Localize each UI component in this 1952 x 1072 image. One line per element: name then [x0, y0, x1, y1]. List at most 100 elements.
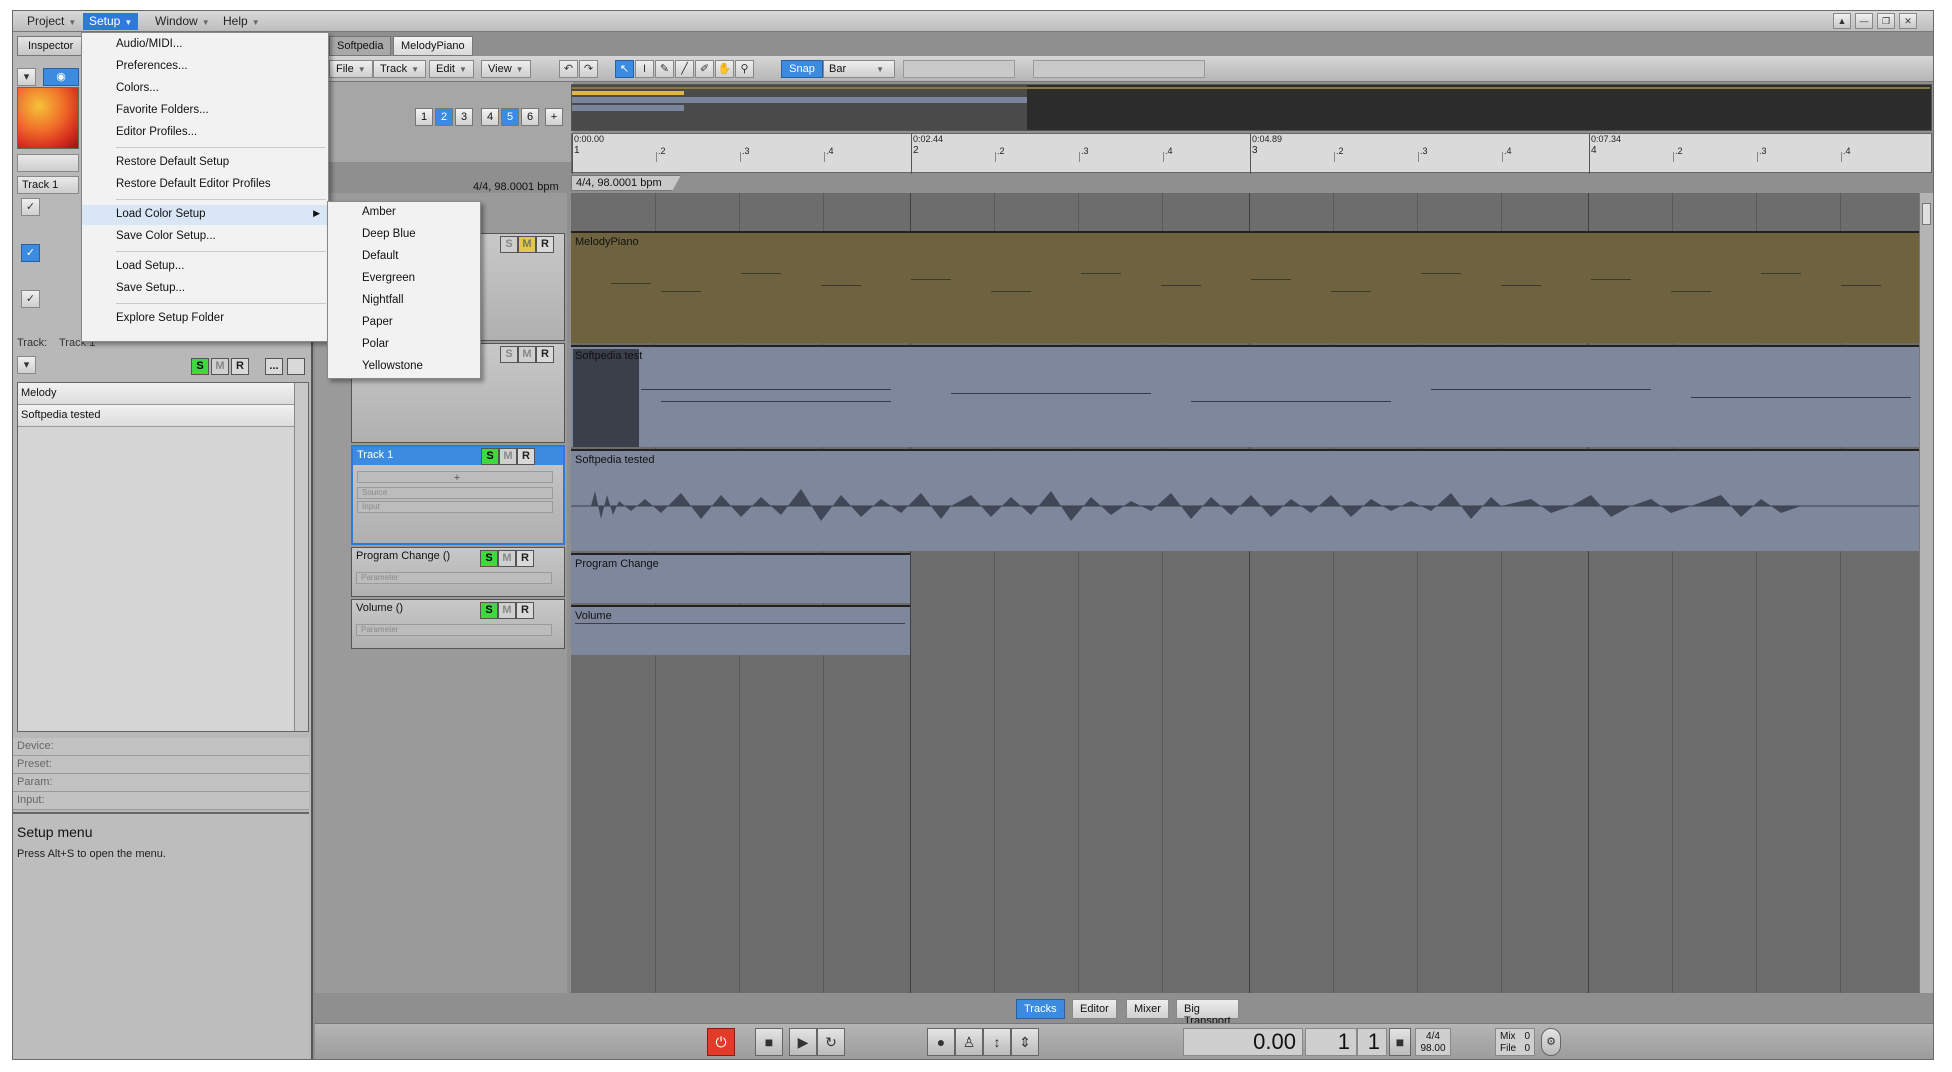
record-button[interactable]: R [516, 550, 534, 567]
color-item-yellowstone[interactable]: Yellowstone [328, 356, 480, 378]
menu-item-colors[interactable]: Colors... [82, 79, 328, 99]
page-button[interactable]: 3 [455, 108, 473, 126]
menu-item-audio-midi[interactable]: Audio/MIDI... [82, 35, 328, 55]
checkbox-icon[interactable]: ✓ [21, 290, 40, 308]
clip-volume[interactable]: Volume [571, 605, 910, 655]
overview-strip[interactable] [571, 84, 1932, 131]
menu-item-explore-setup-folder[interactable]: Explore Setup Folder [82, 309, 328, 329]
page-button[interactable]: 4 [481, 108, 499, 126]
solo-button[interactable]: S [480, 602, 498, 619]
checkbox-checked-icon[interactable]: ✓ [21, 244, 40, 262]
collapse-button[interactable]: ▲ [1833, 13, 1851, 29]
settings-icon[interactable]: ⚙ [1541, 1028, 1561, 1056]
grid-select[interactable]: Bar ▼ [823, 60, 895, 78]
mute-button[interactable]: M [498, 550, 516, 567]
menu-project[interactable]: Project ▼ [21, 13, 82, 30]
menu-item-load-color-setup[interactable]: Load Color Setup ▶ [82, 205, 328, 225]
menu-window[interactable]: Window ▼ [149, 13, 216, 30]
record-button[interactable]: R [536, 236, 554, 253]
mute-button[interactable]: M [518, 236, 536, 253]
page-button[interactable]: 5 [501, 108, 519, 126]
menu-setup[interactable]: Setup ▼ [83, 13, 139, 30]
color-picker-icon[interactable]: ◉ [43, 68, 79, 86]
stop-icon[interactable]: ■ [755, 1028, 783, 1056]
snap-button[interactable]: Snap [781, 60, 823, 78]
tab-tracks[interactable]: Tracks [1016, 999, 1065, 1019]
list-item[interactable]: Softpedia tested [18, 405, 308, 427]
eraser-icon[interactable]: ✐ [695, 60, 714, 78]
toolbar-file-menu[interactable]: File ▼ [329, 60, 373, 78]
toolbar-track-menu[interactable]: Track ▼ [373, 60, 427, 78]
source-field[interactable]: Source [357, 487, 553, 499]
color-item-default[interactable]: Default [328, 246, 480, 268]
input-field[interactable]: Input [357, 501, 553, 513]
panel-button[interactable] [287, 358, 305, 375]
clip-melodypiano[interactable]: MelodyPiano [571, 231, 1932, 343]
precount-icon[interactable]: ↕ [983, 1028, 1011, 1056]
arrange-view[interactable]: MelodyPiano Softpedia test Softpedia tes… [571, 193, 1932, 993]
undo-icon[interactable]: ↶ [559, 60, 578, 78]
page-button[interactable]: 1 [415, 108, 433, 126]
chevron-down-icon[interactable]: ▾ [17, 68, 36, 86]
mute-button[interactable]: M [498, 602, 516, 619]
chevron-down-icon[interactable]: ▾ [17, 356, 36, 374]
menu-item-save-color-setup[interactable]: Save Color Setup... [82, 227, 328, 247]
play-icon[interactable]: ▶ [789, 1028, 817, 1056]
close-button[interactable]: ✕ [1899, 13, 1917, 29]
solo-button[interactable]: S [191, 358, 209, 375]
color-field[interactable] [17, 154, 79, 172]
punch-icon[interactable]: ⇕ [1011, 1028, 1039, 1056]
track-header[interactable]: Program Change () S M R Parameter [351, 547, 565, 597]
record-button[interactable]: R [231, 358, 249, 375]
zoom-icon[interactable]: ⚲ [735, 60, 754, 78]
timeline-ruler[interactable]: 0:00.00 1 .2 .3 .4 0:02.44 2 .2 .3 .4 0:… [571, 133, 1932, 174]
tab-softpedia[interactable]: Softpedia [329, 36, 392, 56]
color-item-amber[interactable]: Amber [328, 202, 480, 224]
page-button[interactable]: 6 [521, 108, 539, 126]
parameter-field[interactable]: Parameter [356, 572, 552, 584]
toolbar-edit-menu[interactable]: Edit ▼ [429, 60, 474, 78]
power-icon[interactable]: ⏻ [707, 1028, 735, 1056]
toolbar-view-menu[interactable]: View ▼ [481, 60, 531, 78]
menu-item-favorite-folders[interactable]: Favorite Folders... [82, 101, 328, 121]
tab-mixer[interactable]: Mixer [1126, 999, 1169, 1019]
mute-button[interactable]: M [499, 448, 517, 465]
tab-editor[interactable]: Editor [1072, 999, 1117, 1019]
menu-item-editor-profiles[interactable]: Editor Profiles... [82, 123, 328, 143]
page-button[interactable]: 2 [435, 108, 453, 126]
track-color-swatch[interactable] [17, 87, 79, 149]
track-header[interactable]: Volume () S M R Parameter [351, 599, 565, 649]
solo-button[interactable]: S [500, 346, 518, 363]
menu-help[interactable]: Help ▼ [217, 13, 266, 30]
clip-softpedia-tested[interactable]: Softpedia tested [571, 449, 1932, 551]
add-page-button[interactable]: + [545, 108, 563, 126]
clip-softpedia-test[interactable]: Softpedia test [571, 345, 1932, 447]
arrow-tool-icon[interactable]: ↖ [615, 60, 634, 78]
menu-item-save-setup[interactable]: Save Setup... [82, 279, 328, 299]
solo-button[interactable]: S [500, 236, 518, 253]
metronome-icon[interactable]: ♙ [955, 1028, 983, 1056]
scrollbar[interactable] [294, 383, 308, 731]
loop-icon[interactable]: ↻ [817, 1028, 845, 1056]
mute-button[interactable]: M [518, 346, 536, 363]
tab-big-transport[interactable]: Big Transport [1176, 999, 1239, 1027]
menu-item-restore-editor-profiles[interactable]: Restore Default Editor Profiles [82, 175, 328, 195]
color-item-nightfall[interactable]: Nightfall [328, 290, 480, 312]
record-icon[interactable]: ● [927, 1028, 955, 1056]
toolbar-field[interactable] [903, 60, 1015, 78]
menu-item-restore-default-setup[interactable]: Restore Default Setup [82, 153, 328, 173]
mute-button[interactable]: M [211, 358, 229, 375]
parameter-field[interactable]: Parameter [356, 624, 552, 636]
minimize-button[interactable]: — [1855, 13, 1873, 29]
clip-program-change[interactable]: Program Change [571, 553, 910, 603]
menu-item-load-setup[interactable]: Load Setup... [82, 257, 328, 277]
vertical-scrollbar[interactable] [1919, 193, 1933, 993]
restore-button[interactable]: ❐ [1877, 13, 1895, 29]
solo-button[interactable]: S [481, 448, 499, 465]
stop-square-icon[interactable]: ■ [1389, 1028, 1411, 1056]
checkbox-icon[interactable]: ✓ [21, 198, 40, 216]
tab-melodypiano[interactable]: MelodyPiano [393, 36, 473, 56]
color-item-polar[interactable]: Polar [328, 334, 480, 356]
tempo-marker[interactable]: 4/4, 98.0001 bpm [571, 175, 681, 191]
more-button[interactable]: ... [265, 358, 283, 375]
